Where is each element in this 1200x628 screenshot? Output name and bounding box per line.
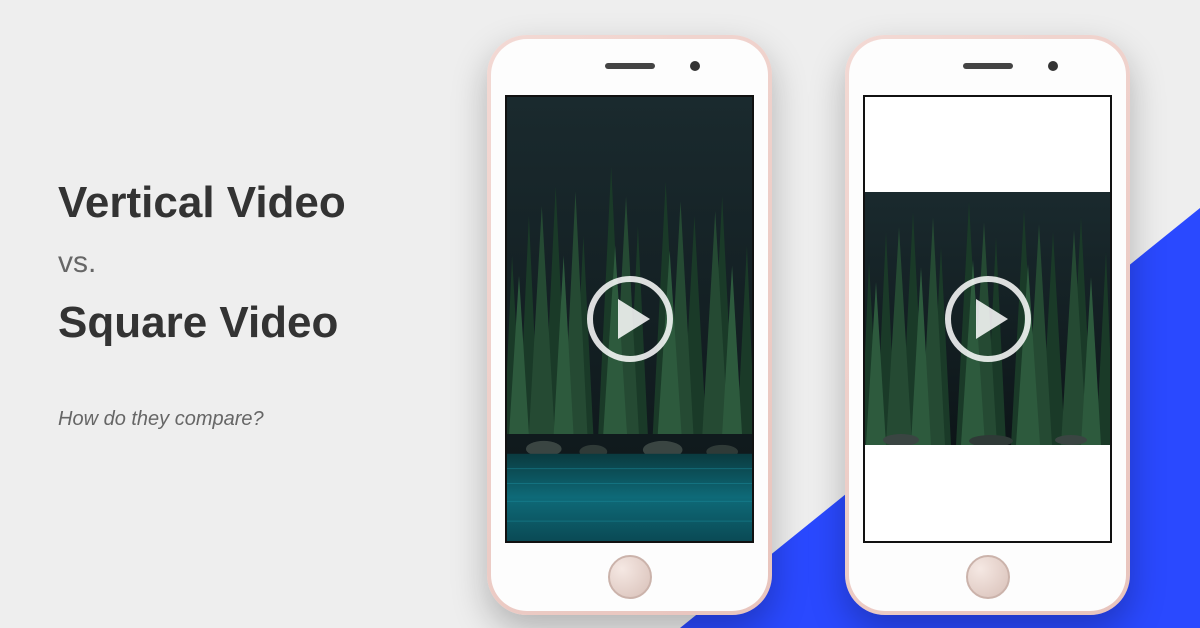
phone-speaker (963, 63, 1013, 69)
phone-body (491, 39, 768, 611)
phone-screen-vertical (505, 95, 754, 543)
play-icon[interactable] (587, 276, 673, 362)
phone-vertical (487, 35, 772, 615)
home-button (966, 555, 1010, 599)
heading-vs: vs. (58, 246, 346, 280)
phone-speaker (605, 63, 655, 69)
headline-block: Vertical Video vs. Square Video How do t… (58, 178, 346, 431)
subtitle: How do they compare? (58, 408, 346, 431)
video-preview-vertical (507, 97, 752, 541)
play-icon[interactable] (945, 276, 1031, 362)
video-preview-square (865, 192, 1110, 445)
home-button (608, 555, 652, 599)
phone-screen-square (863, 95, 1112, 543)
phone-camera (1048, 61, 1058, 71)
heading-line-1: Vertical Video (58, 178, 346, 228)
phone-body (849, 39, 1126, 611)
heading-line-2: Square Video (58, 298, 346, 348)
phone-camera (690, 61, 700, 71)
phone-square (845, 35, 1130, 615)
